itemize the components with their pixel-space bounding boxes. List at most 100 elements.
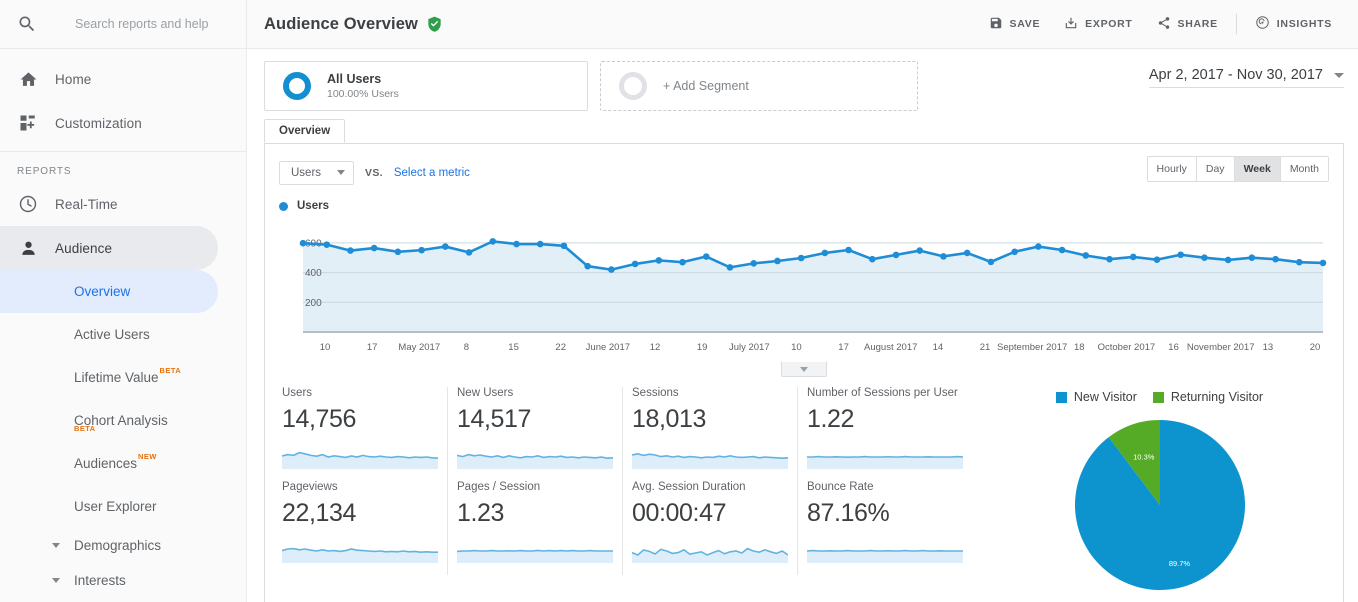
svg-text:19: 19 (697, 342, 708, 353)
save-label: SAVE (1010, 18, 1041, 30)
sparkline (282, 441, 438, 469)
metric-card-label: Pageviews (282, 481, 438, 493)
add-segment-button[interactable]: + Add Segment (600, 61, 918, 111)
segment-title: All Users (327, 72, 399, 86)
metric-card-users[interactable]: Users 14,756 (273, 387, 448, 481)
svg-text:June 2017: June 2017 (586, 342, 630, 353)
svg-text:10: 10 (320, 342, 331, 353)
metric-select-dropdown[interactable]: Users (279, 161, 354, 185)
metric-card-value: 22,134 (282, 499, 438, 528)
sidebar-group-geo[interactable]: Geo (0, 598, 246, 602)
sidebar-item-home[interactable]: Home (0, 57, 246, 101)
add-segment-label: + Add Segment (663, 79, 749, 93)
users-line-chart[interactable]: 2004006001017May 201781522June 20171219J… (279, 220, 1329, 360)
pie-legend-label-new: New Visitor (1074, 390, 1137, 404)
svg-text:16: 16 (1168, 342, 1179, 353)
sparkline (457, 535, 613, 563)
report-panel: Users VS. Select a metric Hourly Day Wee… (264, 144, 1344, 602)
main-content: Audience Overview SAVE (247, 0, 1358, 602)
metric-card-label: New Users (457, 387, 613, 399)
sidebar-subitem-label: Audiences (74, 456, 137, 471)
summary-section: Users 14,756 New Users 14,517 Sessions 1… (265, 360, 1343, 590)
date-range-picker[interactable]: Apr 2, 2017 - Nov 30, 2017 (1149, 67, 1344, 88)
select-a-metric-link[interactable]: Select a metric (394, 167, 470, 179)
metric-card-value: 14,517 (457, 405, 613, 434)
svg-text:20: 20 (1310, 342, 1321, 353)
metric-card-label: Users (282, 387, 438, 399)
pie-legend-item-returning: Returning Visitor (1153, 390, 1263, 404)
chevron-down-icon (800, 367, 808, 372)
granularity-week[interactable]: Week (1235, 157, 1281, 181)
granularity-day[interactable]: Day (1197, 157, 1235, 181)
chart-collapse-handle[interactable] (781, 362, 827, 377)
chevron-down-icon (52, 578, 60, 583)
metric-card-row: Users 14,756 New Users 14,517 Sessions 1… (273, 387, 976, 481)
svg-text:July 2017: July 2017 (729, 342, 770, 353)
svg-text:17: 17 (367, 342, 378, 353)
metric-cards: Users 14,756 New Users 14,517 Sessions 1… (265, 387, 976, 590)
svg-text:18: 18 (1074, 342, 1085, 353)
chart-legend: Users (265, 188, 1343, 214)
svg-text:August 2017: August 2017 (864, 342, 917, 353)
metric-card-pageviews[interactable]: Pageviews 22,134 (273, 481, 448, 575)
save-button[interactable]: SAVE (977, 9, 1053, 39)
search-input[interactable] (75, 17, 225, 31)
tab-label: Overview (279, 125, 330, 137)
segment-all-users[interactable]: All Users 100.00% Users (264, 61, 588, 111)
svg-text:14: 14 (933, 342, 944, 353)
sparkline (632, 535, 788, 563)
pie-legend-item-new: New Visitor (1056, 390, 1137, 404)
sidebar-subitem-label: Lifetime Value (74, 370, 159, 385)
sidebar-item-lifetime-value[interactable]: Lifetime Value BETA (0, 356, 246, 399)
sidebar-item-user-explorer[interactable]: User Explorer (0, 485, 246, 528)
metric-card-avg-session-duration[interactable]: Avg. Session Duration 00:00:47 (623, 481, 798, 575)
metric-card-sessions-per-user[interactable]: Number of Sessions per User 1.22 (798, 387, 973, 481)
svg-text:10: 10 (791, 342, 802, 353)
export-label: EXPORT (1085, 18, 1132, 30)
sidebar-item-active-users[interactable]: Active Users (0, 313, 246, 356)
metric-card-value: 18,013 (632, 405, 788, 434)
svg-text:89.7%: 89.7% (1168, 559, 1190, 568)
sidebar-item-real-time[interactable]: Real-Time (0, 182, 246, 226)
metric-card-sessions[interactable]: Sessions 18,013 (623, 387, 798, 481)
metric-card-label: Sessions (632, 387, 788, 399)
metric-select-value: Users (291, 167, 321, 179)
sidebar-subitem-label: Active Users (74, 327, 150, 342)
sidebar-item-customization[interactable]: Customization (0, 101, 246, 145)
sparkline (457, 441, 613, 469)
share-button[interactable]: SHARE (1145, 9, 1230, 39)
svg-text:October 2017: October 2017 (1098, 342, 1156, 353)
toolbar-divider (1236, 14, 1237, 34)
granularity-hourly[interactable]: Hourly (1148, 157, 1197, 181)
share-label: SHARE (1178, 18, 1218, 30)
page-title: Audience Overview (264, 15, 418, 34)
granularity-month[interactable]: Month (1281, 157, 1328, 181)
home-icon (17, 70, 39, 89)
metric-card-new-users[interactable]: New Users 14,517 (448, 387, 623, 481)
sidebar-item-overview[interactable]: Overview (0, 270, 218, 313)
sidebar-item-cohort-analysis[interactable]: Cohort Analysis BETA (0, 399, 246, 442)
sidebar-item-audiences[interactable]: Audiences NEW (0, 442, 246, 485)
svg-text:21: 21 (980, 342, 991, 353)
metric-card-bounce-rate[interactable]: Bounce Rate 87.16% (798, 481, 973, 575)
svg-text:15: 15 (508, 342, 519, 353)
pie-legend-label-returning: Returning Visitor (1171, 390, 1263, 404)
metric-card-value: 1.23 (457, 499, 613, 528)
pie-chart-svg[interactable]: 89.7%10.3% (1065, 415, 1255, 600)
metric-card-label: Pages / Session (457, 481, 613, 493)
metric-card-value: 1.22 (807, 405, 964, 434)
legend-dot-users (279, 202, 288, 211)
customization-icon (17, 114, 39, 132)
sidebar-group-interests[interactable]: Interests (0, 563, 246, 598)
tab-overview[interactable]: Overview (264, 119, 345, 143)
metric-card-value: 00:00:47 (632, 499, 788, 528)
tab-strip: Overview (264, 119, 1344, 144)
sidebar-item-audience[interactable]: Audience (0, 226, 218, 270)
export-button[interactable]: EXPORT (1052, 9, 1144, 39)
metric-card-pages-per-session[interactable]: Pages / Session 1.23 (448, 481, 623, 575)
search-bar[interactable] (0, 0, 246, 49)
sidebar-group-demographics[interactable]: Demographics (0, 528, 246, 563)
sidebar-item-label: Home (55, 72, 91, 87)
sidebar-group-label: Demographics (74, 538, 161, 553)
insights-button[interactable]: INSIGHTS (1243, 9, 1344, 39)
